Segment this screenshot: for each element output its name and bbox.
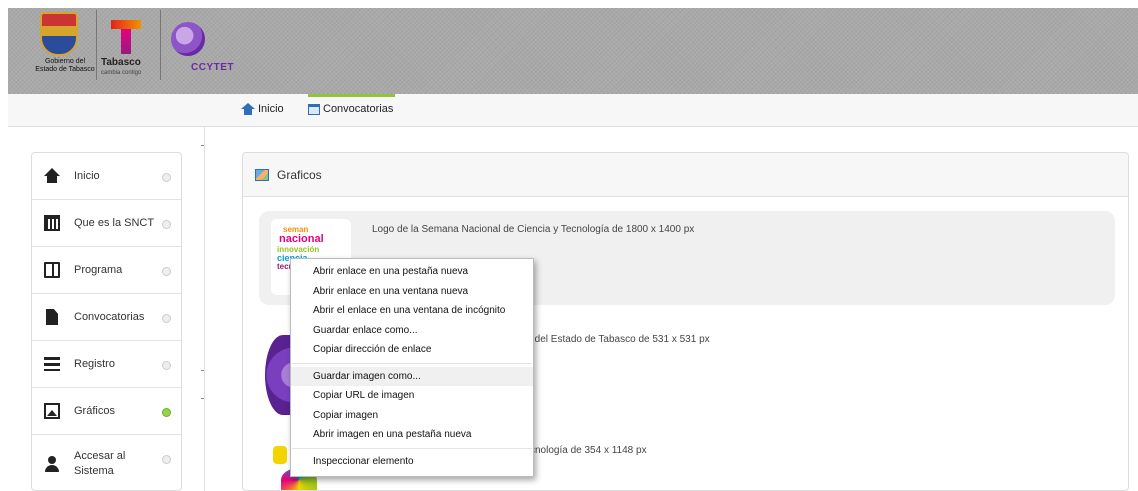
ccytet-name: CCYTET bbox=[191, 62, 234, 73]
graphic-item-description: Logo de la Semana Nacional de Ciencia y … bbox=[372, 224, 695, 235]
nav-convocatorias[interactable]: Convocatorias bbox=[308, 103, 393, 115]
status-dot bbox=[162, 314, 171, 323]
ctx-open-link-new-window[interactable]: Abrir enlace en una ventana nueva bbox=[291, 282, 533, 302]
header-logos[interactable]: Gobierno del Estado de Tabasco Tabasco c… bbox=[26, 8, 236, 86]
panel-title: Graficos bbox=[277, 167, 322, 182]
nav-inicio[interactable]: Inicio bbox=[241, 103, 284, 115]
sidebar-item-label: Programa bbox=[74, 263, 123, 276]
sidebar-item-graficos[interactable]: Gráficos bbox=[32, 388, 181, 435]
menu-separator bbox=[292, 362, 532, 364]
ccytet-emblem-icon bbox=[171, 22, 205, 56]
sidebar-item-label: Accesar al Sistema bbox=[74, 449, 126, 477]
sidebar-item-convocatorias[interactable]: Convocatorias bbox=[32, 294, 181, 341]
status-dot bbox=[162, 267, 171, 276]
sidebar-item-que-es-snct[interactable]: Que es la SNCT bbox=[32, 200, 181, 247]
user-icon bbox=[44, 455, 60, 472]
nav-active-indicator bbox=[308, 94, 395, 97]
sidebar-menu: Inicio Que es la SNCT Programa Convocato… bbox=[31, 152, 182, 491]
sidebar-item-label: Gráficos bbox=[74, 404, 115, 417]
window-icon bbox=[308, 103, 320, 115]
ctx-save-link-as[interactable]: Guardar enlace como... bbox=[291, 321, 533, 341]
tabasco-logo: Tabasco cambia contigo bbox=[96, 10, 154, 80]
panel-header: Graficos bbox=[243, 153, 1128, 197]
graphic-item-description: cnología de 354 x 1148 px bbox=[530, 445, 647, 456]
ctx-copy-link-address[interactable]: Copiar dirección de enlace bbox=[291, 340, 533, 360]
menu-separator bbox=[292, 447, 532, 449]
sidebar-item-registro[interactable]: Registro bbox=[32, 341, 181, 388]
gobierno-line2: Estado de Tabasco bbox=[35, 66, 95, 73]
context-menu: Abrir enlace en una pestaña nueva Abrir … bbox=[290, 258, 534, 477]
calendar-icon bbox=[44, 215, 60, 231]
list-icon bbox=[44, 357, 60, 371]
nav-convocatorias-label: Convocatorias bbox=[323, 103, 394, 115]
ctx-copy-image[interactable]: Copiar imagen bbox=[291, 406, 533, 426]
tabasco-name: Tabasco bbox=[101, 57, 141, 68]
gobierno-line1: Gobierno del bbox=[44, 58, 86, 65]
ctx-open-link-new-tab[interactable]: Abrir enlace en una pestaña nueva bbox=[291, 262, 533, 282]
status-dot bbox=[162, 455, 171, 464]
status-dot bbox=[162, 220, 171, 229]
ctx-open-link-incognito[interactable]: Abrir el enlace en una ventana de incógn… bbox=[291, 301, 533, 321]
sidebar-item-programa[interactable]: Programa bbox=[32, 247, 181, 294]
layout-divider bbox=[204, 127, 205, 491]
divider-handle-mid bbox=[201, 370, 204, 371]
ctx-save-image-as[interactable]: Guardar imagen como... bbox=[291, 366, 533, 386]
ctx-open-image-new-tab[interactable]: Abrir imagen en una pestaña nueva bbox=[291, 425, 533, 445]
house-icon bbox=[44, 168, 60, 184]
image-icon bbox=[44, 403, 60, 419]
sidebar-item-label: Registro bbox=[74, 357, 115, 370]
ctx-copy-image-url[interactable]: Copiar URL de imagen bbox=[291, 386, 533, 406]
nav-inicio-label: Inicio bbox=[258, 103, 284, 115]
sidebar-item-label: Convocatorias bbox=[74, 310, 145, 323]
sidebar-item-accesar[interactable]: Accesar al Sistema bbox=[32, 435, 181, 490]
graphics-icon bbox=[255, 168, 269, 181]
status-dot bbox=[162, 361, 171, 370]
sidebar-item-label: Que es la SNCT bbox=[74, 216, 155, 229]
gobierno-logo: Gobierno del Estado de Tabasco bbox=[30, 10, 95, 80]
status-dot bbox=[162, 173, 171, 182]
divider-handle-top bbox=[201, 145, 204, 146]
top-nav: Inicio Convocatorias bbox=[8, 94, 1138, 127]
tabasco-t-icon bbox=[111, 20, 141, 54]
sidebar-item-label: Inicio bbox=[74, 169, 100, 182]
graphic-item-description: gía del Estado de Tabasco de 531 x 531 p… bbox=[518, 334, 710, 345]
coat-of-arms-icon bbox=[40, 12, 78, 56]
site-header: Gobierno del Estado de Tabasco Tabasco c… bbox=[8, 8, 1138, 94]
document-icon bbox=[46, 309, 58, 325]
home-icon bbox=[241, 103, 255, 115]
sidebar-item-inicio[interactable]: Inicio bbox=[32, 153, 181, 200]
ccytet-logo: CCYTET bbox=[160, 10, 234, 80]
active-status-dot bbox=[162, 408, 171, 417]
book-icon bbox=[44, 262, 60, 278]
ctx-inspect-element[interactable]: Inspeccionar elemento bbox=[291, 452, 533, 472]
tabasco-tagline: cambia contigo bbox=[101, 70, 142, 76]
divider-handle-bottom bbox=[201, 398, 204, 399]
